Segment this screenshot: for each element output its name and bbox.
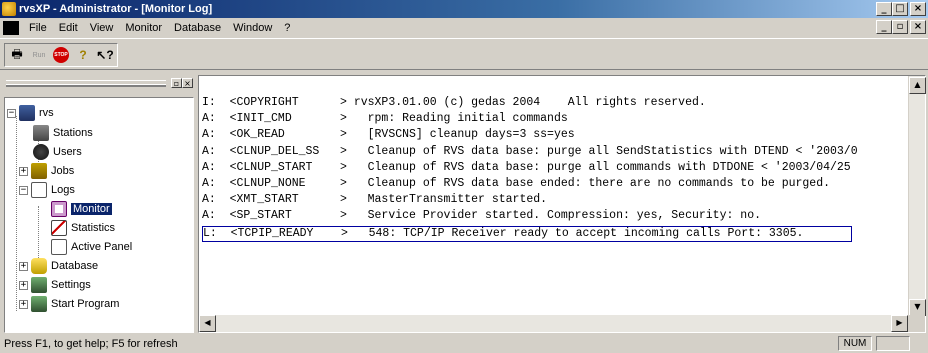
tree-item-logs[interactable]: − Logs: [19, 181, 75, 199]
tree-item-settings[interactable]: + Settings: [19, 276, 91, 294]
num-lock-indicator: NUM: [838, 336, 872, 351]
child-minimize-button[interactable]: _: [876, 20, 892, 34]
tree-label: Stations: [53, 127, 93, 139]
sidebar-header[interactable]: ▫ ×: [2, 75, 197, 93]
tree-item-users[interactable]: Users: [33, 143, 82, 161]
computer-icon: [19, 105, 35, 121]
toolbar: 🖶 Run STOP ? ↖?: [0, 38, 928, 70]
tree-item-start-program[interactable]: + Start Program: [19, 295, 119, 313]
minimize-button[interactable]: _: [876, 2, 892, 16]
child-restore-button[interactable]: ▫: [892, 20, 908, 34]
log-row[interactable]: A: <CLNUP_DEL_SS > Cleanup of RVS data b…: [202, 145, 907, 161]
vertical-scrollbar[interactable]: ▲ ▼: [908, 76, 926, 316]
scroll-up-button[interactable]: ▲: [909, 77, 926, 94]
tree-label: Logs: [51, 184, 75, 196]
window-title: rvsXP - Administrator - [Monitor Log]: [19, 3, 213, 15]
stop-icon: STOP: [53, 47, 69, 63]
tree-label: Users: [53, 146, 82, 158]
tree-item-stations[interactable]: Stations: [33, 124, 93, 142]
status-bar: Press F1, to get help; F5 for refresh NU…: [0, 335, 928, 353]
log-row-selected[interactable]: L: <TCPIP_READY > 548: TCP/IP Receiver r…: [202, 225, 852, 242]
log-row[interactable]: A: <OK_READ > [RVSCNS] cleanup days=3 ss…: [202, 128, 907, 144]
log-row[interactable]: A: <CLNUP_NONE > Cleanup of RVS data bas…: [202, 177, 907, 193]
menu-edit[interactable]: Edit: [53, 22, 84, 34]
sidebar-restore-button[interactable]: ▫: [171, 78, 182, 88]
menu-file[interactable]: File: [23, 22, 53, 34]
jobs-icon: [31, 163, 47, 179]
stations-icon: [33, 125, 49, 141]
log-row[interactable]: A: <SP_START > Service Provider started.…: [202, 209, 907, 225]
monitor-icon: [51, 201, 67, 217]
expand-icon[interactable]: +: [19, 166, 28, 176]
child-close-button[interactable]: ×: [910, 20, 926, 34]
log-row[interactable]: A: <INIT_CMD > rpm: Reading initial comm…: [202, 112, 907, 128]
menu-view[interactable]: View: [84, 22, 120, 34]
close-button[interactable]: ×: [910, 2, 926, 16]
tree-item-active-panel[interactable]: Active Panel: [51, 238, 132, 256]
tree-label: Monitor: [71, 203, 112, 215]
document-icon[interactable]: [3, 20, 19, 35]
tree-label: Database: [51, 260, 99, 272]
run-button[interactable]: Run: [28, 45, 50, 65]
tree-item-database[interactable]: + Database: [19, 257, 98, 275]
tree-label: Start Program: [51, 298, 120, 310]
menu-help[interactable]: ?: [278, 22, 296, 34]
title-bar[interactable]: rvsXP - Administrator - [Monitor Log] _ …: [0, 0, 928, 18]
tree-root[interactable]: − rvs: [7, 104, 54, 122]
active-panel-icon: [51, 239, 67, 255]
expand-icon[interactable]: +: [19, 299, 28, 309]
tree-item-statistics[interactable]: Statistics: [51, 219, 115, 237]
stop-button[interactable]: STOP: [50, 45, 72, 65]
printer-icon[interactable]: 🖶: [6, 45, 28, 65]
log-list[interactable]: I: <COPYRIGHT > rvsXP3.01.00 (c) gedas 2…: [202, 96, 907, 311]
expand-icon[interactable]: +: [19, 261, 28, 271]
maximize-button[interactable]: □: [892, 2, 908, 16]
tree-view[interactable]: − rvs Stations Users + Jobs − Logs Monit…: [4, 97, 194, 333]
scroll-right-button[interactable]: ▶: [891, 315, 908, 332]
tree-label: Jobs: [51, 165, 75, 177]
statistics-icon: [51, 220, 67, 236]
arrow-question-icon[interactable]: ↖?: [94, 45, 116, 65]
tree-label: Statistics: [71, 222, 116, 234]
tree-item-monitor[interactable]: Monitor: [51, 200, 112, 218]
settings-icon: [31, 277, 47, 293]
status-text: Press F1, to get help; F5 for refresh: [4, 338, 178, 350]
start-program-icon: [31, 296, 47, 312]
horizontal-scrollbar[interactable]: ◀ ▶: [199, 315, 908, 332]
tree-label: Active Panel: [71, 241, 133, 253]
scroll-corner: [908, 315, 925, 332]
log-row[interactable]: A: <XMT_START > MasterTransmitter starte…: [202, 193, 907, 209]
monitor-log-pane[interactable]: I: <COPYRIGHT > rvsXP3.01.00 (c) gedas 2…: [198, 75, 926, 333]
grip: [6, 84, 166, 87]
scroll-down-button[interactable]: ▼: [909, 299, 926, 316]
tree-item-jobs[interactable]: + Jobs: [19, 162, 74, 180]
sidebar-close-button[interactable]: ×: [182, 78, 193, 88]
app-icon: [2, 2, 16, 16]
log-row[interactable]: A: <CLNUP_START > Cleanup of RVS data ba…: [202, 161, 907, 177]
tree-label: Settings: [51, 279, 91, 291]
question-icon[interactable]: ?: [72, 45, 94, 65]
database-icon: [31, 258, 47, 274]
users-icon: [33, 144, 49, 160]
sidebar: ▫ × − rvs Stations Users + Jobs − Logs M…: [2, 75, 197, 333]
menu-window[interactable]: Window: [227, 22, 278, 34]
menu-monitor[interactable]: Monitor: [119, 22, 168, 34]
status-panel: [876, 336, 910, 351]
menu-database[interactable]: Database: [168, 22, 227, 34]
tree-label: rvs: [39, 107, 54, 119]
collapse-icon[interactable]: −: [19, 185, 28, 195]
collapse-icon[interactable]: −: [7, 108, 16, 118]
log-row[interactable]: I: <COPYRIGHT > rvsXP3.01.00 (c) gedas 2…: [202, 96, 907, 112]
scroll-left-button[interactable]: ◀: [199, 315, 216, 332]
logs-icon: [31, 182, 47, 198]
expand-icon[interactable]: +: [19, 280, 28, 290]
menu-bar: File Edit View Monitor Database Window ?…: [0, 18, 928, 37]
